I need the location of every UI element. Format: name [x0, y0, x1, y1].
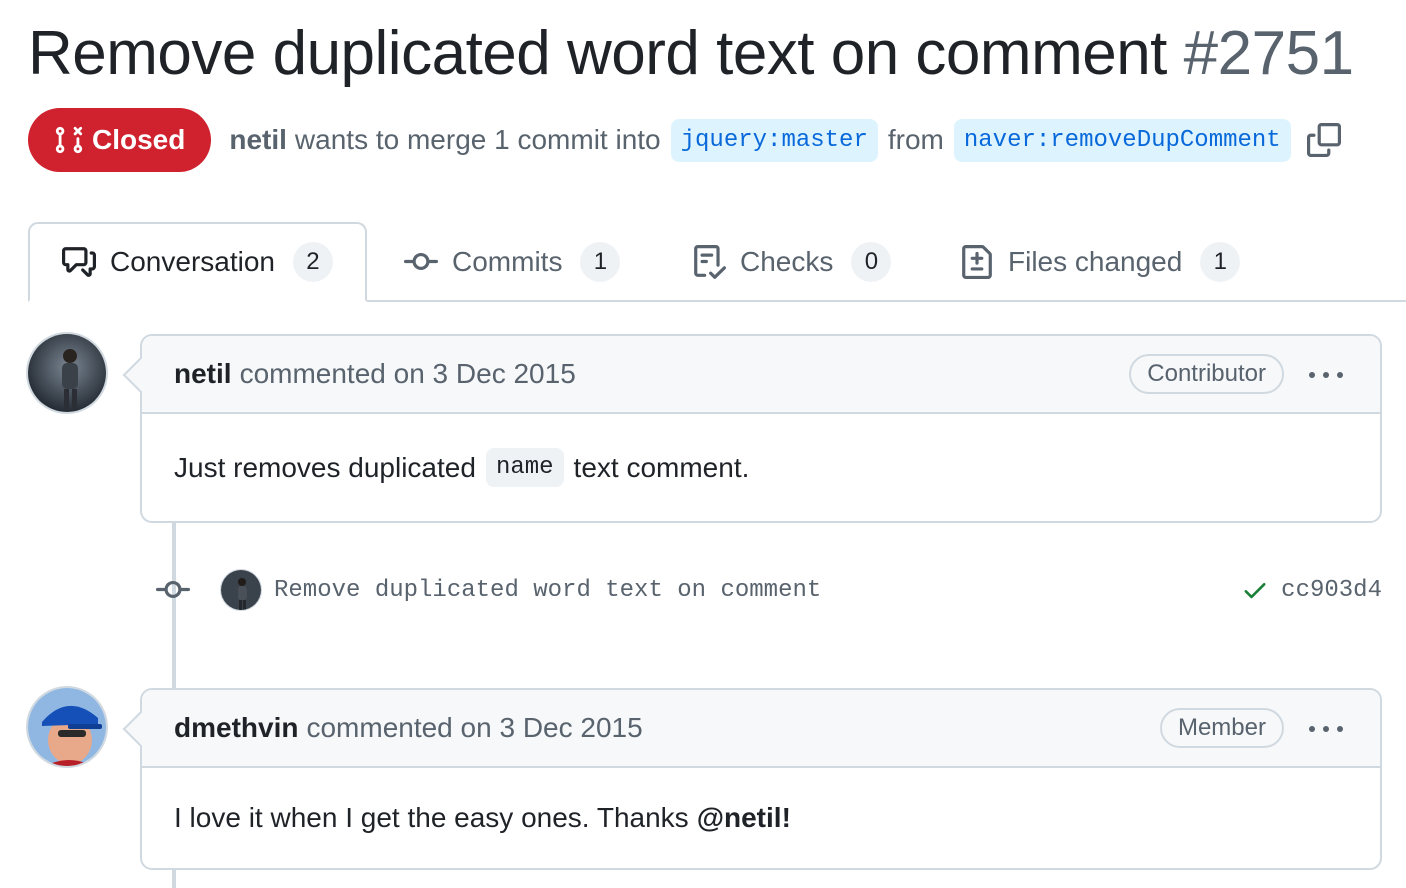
role-badge: Member — [1159, 708, 1284, 748]
file-diff-icon — [962, 245, 992, 279]
check-icon[interactable] — [1241, 576, 1269, 604]
tab-checks[interactable]: Checks 0 — [692, 222, 892, 302]
merge-info: netil wants to merge 1 commit into jquer… — [229, 118, 1341, 162]
comment-header: netil commented on 3 Dec 2015 Contributo… — [142, 336, 1380, 414]
tab-label: Files changed — [1008, 246, 1183, 277]
state-badge: Closed — [28, 108, 212, 172]
pr-tabs: Conversation 2 Commits 1 Checks 0 Files … — [28, 222, 1406, 302]
comment-timestamp[interactable]: commented on 3 Dec 2015 — [306, 712, 642, 744]
comment-header: dmethvin commented on 3 Dec 2015 Member — [142, 690, 1380, 768]
tab-label: Conversation — [110, 246, 275, 277]
head-branch[interactable]: naver:removeDupComment — [953, 118, 1291, 162]
comment: netil commented on 3 Dec 2015 Contributo… — [122, 334, 1382, 523]
pr-meta: Closed netil wants to merge 1 commit int… — [28, 108, 1341, 172]
pr-title-text: Remove duplicated word text on comment — [28, 19, 1167, 88]
avatar[interactable] — [220, 569, 262, 611]
copy-icon[interactable] — [1306, 123, 1341, 157]
from-text: from — [887, 124, 944, 155]
base-branch[interactable]: jquery:master — [670, 118, 878, 162]
comment-body: Just removes duplicated name text commen… — [142, 414, 1380, 521]
kebab-menu-icon[interactable] — [1308, 360, 1344, 397]
git-commit-icon — [156, 580, 190, 598]
comment-text: I love it when I get the easy ones. Than… — [174, 802, 689, 833]
commit-row: Remove duplicated word text on comment c… — [156, 566, 1382, 614]
pr-author-link[interactable]: netil — [229, 124, 287, 156]
checklist-icon — [694, 245, 726, 279]
tab-count: 0 — [851, 242, 892, 282]
tab-label: Commits — [452, 246, 563, 277]
comment-author[interactable]: netil — [174, 358, 232, 390]
tab-count: 1 — [1200, 242, 1241, 282]
merge-text: wants to merge 1 commit into — [294, 124, 661, 155]
comment-timestamp[interactable]: commented on 3 Dec 2015 — [240, 358, 576, 390]
role-badge: Contributor — [1129, 354, 1284, 394]
comment-text: text comment. — [573, 451, 750, 483]
git-pull-request-closed-icon — [55, 126, 83, 154]
tab-count: 1 — [580, 242, 621, 282]
commit-status: cc903d4 — [1241, 576, 1382, 604]
user-mention[interactable]: @netil — [697, 802, 782, 834]
git-commit-icon — [404, 252, 438, 270]
comment-text: ! — [781, 802, 791, 833]
pr-number: #2751 — [1183, 19, 1354, 88]
inline-code: name — [485, 448, 564, 487]
comment-author[interactable]: dmethvin — [174, 712, 298, 744]
tab-label: Checks — [740, 246, 834, 277]
tab-commits[interactable]: Commits 1 — [404, 222, 621, 302]
comment-body: I love it when I get the easy ones. Than… — [142, 768, 1380, 868]
tab-files-changed[interactable]: Files changed 1 — [960, 222, 1241, 302]
pr-title: Remove duplicated word text on comment #… — [28, 18, 1354, 89]
avatar[interactable] — [26, 332, 108, 414]
comment: dmethvin commented on 3 Dec 2015 Member … — [122, 688, 1382, 870]
tab-conversation[interactable]: Conversation 2 — [28, 222, 367, 302]
avatar[interactable] — [26, 686, 108, 768]
kebab-menu-icon[interactable] — [1308, 714, 1344, 751]
comment-discussion-icon — [62, 247, 96, 277]
comment-text: Just removes duplicated — [174, 451, 476, 483]
commit-message[interactable]: Remove duplicated word text on comment — [274, 577, 821, 604]
commit-sha[interactable]: cc903d4 — [1281, 577, 1382, 604]
tab-count: 2 — [292, 242, 333, 282]
state-label: Closed — [92, 124, 186, 155]
